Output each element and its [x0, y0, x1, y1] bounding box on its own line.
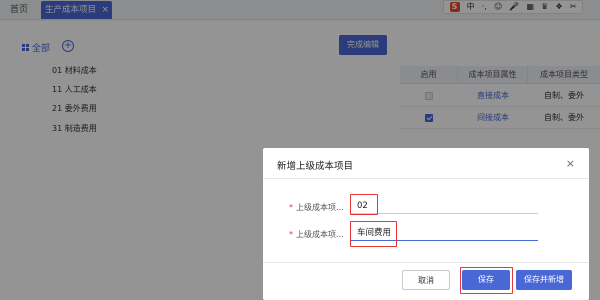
highlight-box	[350, 194, 378, 215]
save-and-new-button[interactable]: 保存并新增	[516, 270, 572, 290]
dialog-divider	[263, 178, 589, 179]
field-label-text: 上级成本项...	[296, 230, 344, 239]
highlight-box	[350, 221, 397, 247]
add-parent-cost-item-dialog: 新增上级成本项目 × * 上级成本项... 02 * 上级成本项... 车间费用 取…	[263, 148, 589, 300]
dialog-footer-divider	[263, 262, 589, 263]
field-label-code: * 上级成本项...	[289, 202, 344, 213]
close-icon[interactable]: ×	[566, 157, 575, 170]
dialog-title: 新增上级成本项目	[277, 161, 354, 172]
highlight-box	[460, 267, 513, 294]
field-label-text: 上级成本项...	[296, 203, 344, 212]
parent-code-input[interactable]: 02	[351, 198, 538, 214]
field-label-name: * 上级成本项...	[289, 229, 344, 240]
required-mark: *	[289, 203, 293, 212]
required-mark: *	[289, 230, 293, 239]
cancel-button[interactable]: 取消	[402, 270, 450, 290]
